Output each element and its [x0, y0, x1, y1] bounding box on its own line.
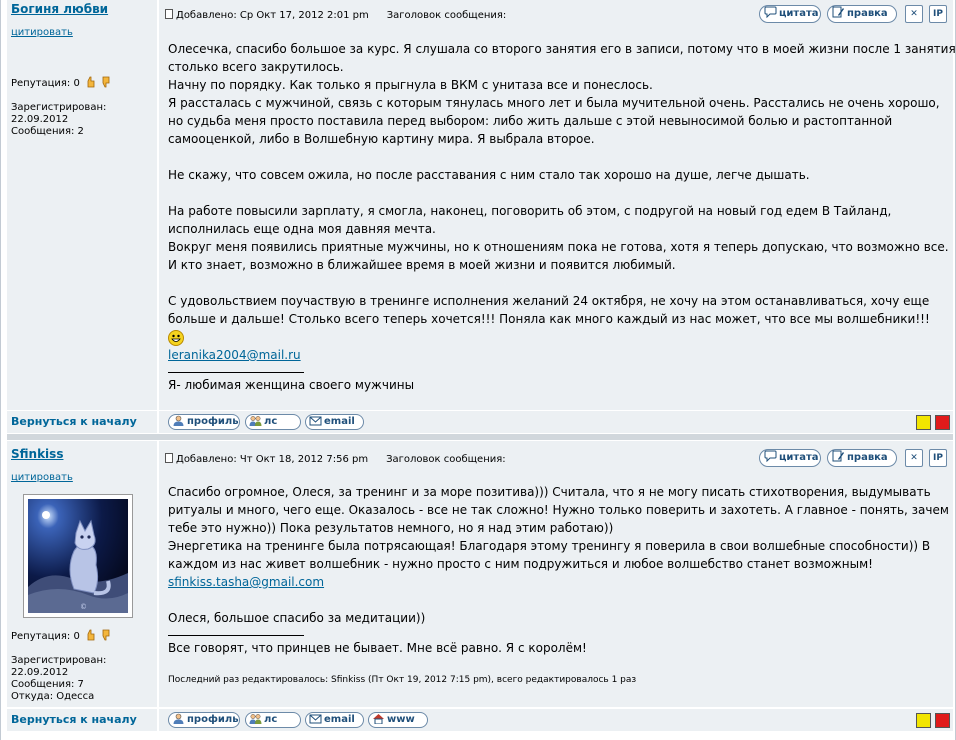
house-icon — [373, 714, 384, 724]
quote-author-link[interactable]: цитировать — [11, 472, 73, 483]
status-red-icon[interactable] — [935, 415, 950, 430]
email-button[interactable]: email — [305, 712, 364, 728]
registered-date: 22.09.2012 — [11, 114, 69, 125]
post-paragraph: Не скажу, что совсем ожила, но после рас… — [168, 168, 810, 182]
post-2-content: Добавлено: Чт Окт 18, 2012 7:56 pm Заголо… — [159, 441, 953, 707]
status-yellow-icon[interactable] — [916, 713, 931, 728]
thumb-up-icon[interactable] — [86, 76, 95, 88]
ip-button[interactable]: IP — [929, 449, 947, 467]
email-link[interactable]: leranika2004@mail.ru — [168, 346, 956, 364]
www-button[interactable]: www — [368, 712, 428, 728]
message-count: Сообщения: 2 — [11, 126, 84, 137]
post-2-footer: Вернуться к началу профиль лс email www — [7, 709, 953, 731]
envelope-icon — [309, 714, 322, 724]
posted-date: Добавлено: Ср Окт 17, 2012 2:01 pm — [176, 10, 369, 21]
back-to-top-link[interactable]: Вернуться к началу — [11, 713, 137, 726]
cat-avatar-icon: © — [28, 499, 128, 613]
reputation: Репутация: 0 — [11, 629, 110, 643]
post-2-author-panel: Sfinkiss цитировать © Репутация: 0 Зарег… — [7, 441, 157, 707]
registered-label: Зарегистрирован: — [11, 655, 107, 666]
thumb-down-icon[interactable] — [101, 76, 110, 88]
post-paragraph: На работе повысили зарплату, я смогла, н… — [168, 204, 892, 236]
speech-bubble-icon — [764, 450, 777, 462]
grin-smiley-icon — [168, 328, 956, 346]
post-2: Sfinkiss цитировать © Репутация: 0 Зарег… — [7, 441, 953, 707]
pencil-icon — [832, 450, 844, 462]
posted-date: Добавлено: Чт Окт 18, 2012 7:56 pm — [176, 454, 369, 465]
ip-button[interactable]: IP — [929, 5, 947, 23]
pencil-icon — [832, 6, 844, 18]
quote-button[interactable]: цитата — [759, 5, 821, 23]
registered-label: Зарегистрирован: — [11, 102, 107, 113]
status-red-icon[interactable] — [935, 713, 950, 728]
delete-x-icon[interactable]: ✕ — [905, 5, 923, 23]
author-name[interactable]: Sfinkiss — [11, 447, 63, 461]
private-message-button[interactable]: лс — [245, 712, 301, 728]
registration-info: Зарегистрирован: 22.09.2012 Сообщения: 7… — [11, 655, 106, 703]
author-name[interactable]: Богиня любви — [11, 2, 108, 16]
signature: Все говорят, что принцев не бывает. Мне … — [168, 641, 587, 655]
message-count: Сообщения: 7 — [11, 679, 84, 690]
avatar: © — [23, 494, 133, 618]
subject-label: Заголовок сообщения: — [386, 454, 506, 465]
registered-date: 22.09.2012 — [11, 667, 69, 678]
svg-text:©: © — [80, 603, 87, 611]
people-icon — [249, 714, 262, 724]
speech-bubble-icon — [764, 6, 777, 18]
post-actions: цитата правка ✕ IP — [759, 5, 949, 23]
post-header: Добавлено: Ср Окт 17, 2012 2:01 pm Заголо… — [165, 9, 506, 21]
post-paragraph: Я рассталась с мужчиной, связь с которым… — [168, 96, 940, 146]
post-1-author-panel: Богиня любви цитировать Репутация: 0 Зар… — [7, 0, 157, 410]
subject-label: Заголовок сообщения: — [386, 10, 507, 21]
post-body: Олесечка, спасибо большое за курс. Я слу… — [168, 40, 956, 394]
post-paragraph: Олесечка, спасибо большое за курс. Я слу… — [168, 42, 956, 74]
registration-info: Зарегистрирован: 22.09.2012 Сообщения: 2 — [11, 102, 106, 138]
post-body: Спасибо огромное, Олеся, за тренинг и за… — [168, 483, 956, 657]
signature: Я- любимая женщина своего мужчины — [168, 378, 415, 392]
post-1: Богиня любви цитировать Репутация: 0 Зар… — [7, 0, 956, 410]
post-separator — [7, 434, 953, 440]
thumb-up-icon[interactable] — [86, 629, 95, 641]
profile-button[interactable]: профиль — [168, 414, 240, 430]
quote-button[interactable]: цитата — [759, 449, 821, 467]
thumb-down-icon[interactable] — [101, 629, 110, 641]
location: Откуда: Одесса — [11, 691, 95, 702]
back-to-top-link[interactable]: Вернуться к началу — [11, 415, 137, 428]
people-icon — [249, 416, 262, 426]
email-link[interactable]: sfinkiss.tasha@gmail.com — [168, 573, 956, 591]
email-button[interactable]: email — [305, 414, 364, 430]
edit-button[interactable]: правка — [827, 5, 897, 23]
post-paragraph: Энергетика на тренинге была потрясающая!… — [168, 539, 931, 571]
person-icon — [173, 713, 184, 724]
reputation-label: Репутация: 0 — [11, 631, 80, 642]
reputation: Репутация: 0 — [11, 76, 110, 90]
post-paragraph: Олеся, большое спасибо за медитации)) — [168, 611, 426, 625]
delete-x-icon[interactable]: ✕ — [905, 449, 923, 467]
person-icon — [173, 415, 184, 426]
status-yellow-icon[interactable] — [916, 415, 931, 430]
forum-frame: Богиня любви цитировать Репутация: 0 Зар… — [0, 0, 956, 740]
post-icon — [165, 453, 173, 463]
post-paragraph: Спасибо огромное, Олеся, за тренинг и за… — [168, 485, 949, 535]
post-1-content: Добавлено: Ср Окт 17, 2012 2:01 pm Заголо… — [159, 0, 956, 410]
reputation-label: Репутация: 0 — [11, 78, 80, 89]
post-1-footer: Вернуться к началу профиль лс email — [7, 411, 953, 433]
post-paragraph: Начну по порядку. Как только я прыгнула … — [168, 78, 653, 92]
profile-button[interactable]: профиль — [168, 712, 240, 728]
post-paragraph: Вокруг меня появились приятные мужчины, … — [168, 240, 949, 272]
post-header: Добавлено: Чт Окт 18, 2012 7:56 pm Заголо… — [165, 453, 506, 465]
post-icon — [165, 9, 173, 19]
edit-button[interactable]: правка — [827, 449, 897, 467]
private-message-button[interactable]: лс — [245, 414, 301, 430]
quote-author-link[interactable]: цитировать — [11, 27, 73, 38]
post-paragraph: С удовольствием поучаствую в тренинге ис… — [168, 294, 930, 326]
edited-note: Последний раз редактировалось: Sfinkiss … — [168, 675, 637, 685]
envelope-icon — [309, 416, 322, 426]
post-actions: цитата правка ✕ IP — [759, 449, 949, 467]
